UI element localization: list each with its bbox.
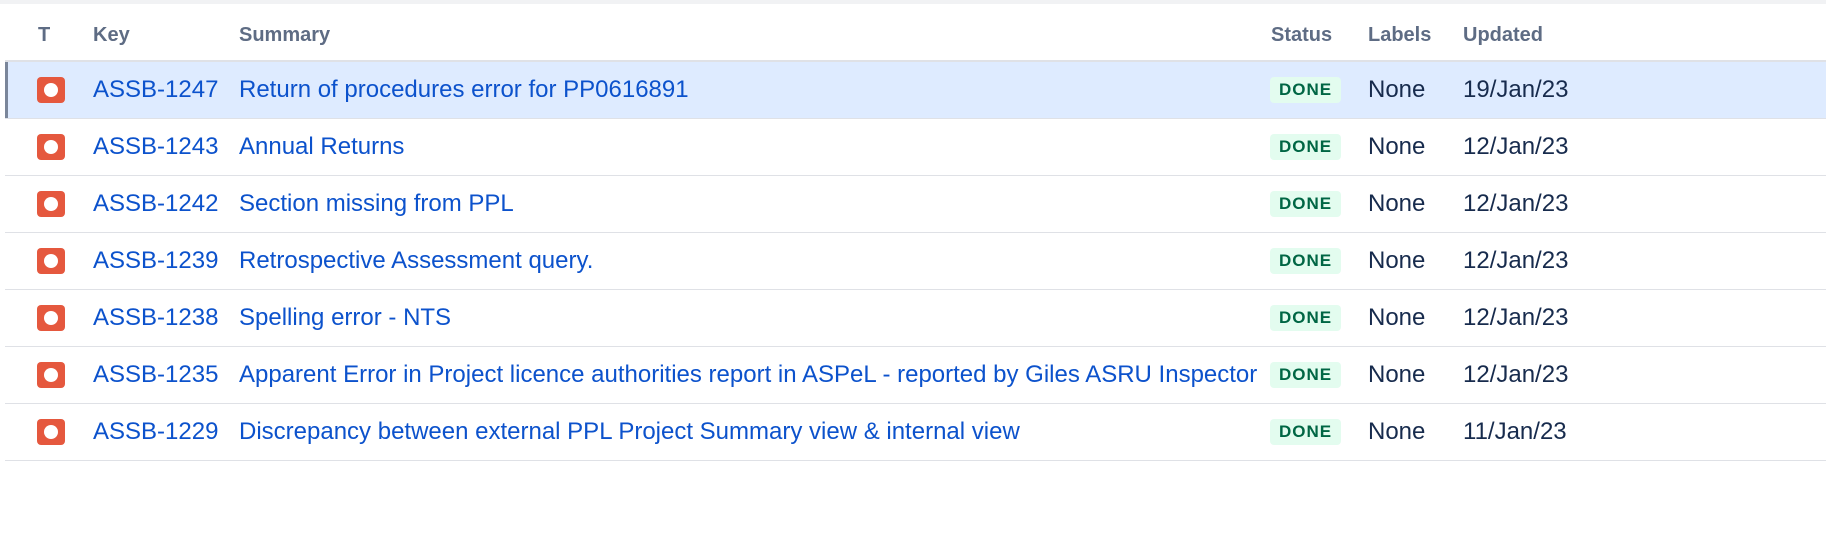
bug-icon[interactable] [37,248,65,274]
labels-value: None [1368,190,1426,217]
labels-value: None [1368,247,1426,274]
updated-date: 11/Jan/23 [1463,418,1567,445]
labels-value: None [1368,304,1426,331]
bug-icon[interactable] [37,419,65,445]
issue-key-link[interactable]: ASSB-1239 [93,233,218,289]
column-header-labels[interactable]: Labels [1368,24,1431,47]
status-badge: DONE [1270,248,1342,274]
table-row[interactable]: ASSB-1247 Return of procedures error for… [5,62,1826,119]
issue-summary-link[interactable]: Section missing from PPL [239,176,514,232]
labels-value: None [1368,76,1426,103]
issue-key-link[interactable]: ASSB-1243 [93,119,218,175]
issue-key-link[interactable]: ASSB-1235 [93,347,218,403]
issue-key-link[interactable]: ASSB-1229 [93,404,218,460]
table-row[interactable]: ASSB-1238 Spelling error - NTS DONE None… [5,290,1826,347]
table-row[interactable]: ASSB-1235 Apparent Error in Project lice… [5,347,1826,404]
status-badge: DONE [1270,362,1342,388]
issue-summary-link[interactable]: Return of procedures error for PP0616891 [239,62,689,118]
column-header-summary[interactable]: Summary [239,24,330,47]
issue-key-link[interactable]: ASSB-1247 [93,62,218,118]
bug-icon[interactable] [37,191,65,217]
issue-key-link[interactable]: ASSB-1238 [93,290,218,346]
status-badge: DONE [1270,305,1342,331]
status-badge: DONE [1270,77,1342,103]
issue-summary-link[interactable]: Discrepancy between external PPL Project… [239,404,1020,460]
updated-date: 19/Jan/23 [1463,76,1569,103]
status-badge: DONE [1270,134,1342,160]
issue-summary-link[interactable]: Annual Returns [239,119,404,175]
issue-key-link[interactable]: ASSB-1242 [93,176,218,232]
table-row[interactable]: ASSB-1243 Annual Returns DONE None 12/Ja… [5,119,1826,176]
updated-date: 12/Jan/23 [1463,247,1569,274]
labels-value: None [1368,418,1426,445]
issue-summary-link[interactable]: Apparent Error in Project licence author… [239,347,1257,403]
bug-icon[interactable] [37,305,65,331]
table-row[interactable]: ASSB-1239 Retrospective Assessment query… [5,233,1826,290]
bug-icon[interactable] [37,134,65,160]
column-header-key[interactable]: Key [93,24,130,47]
labels-value: None [1368,133,1426,160]
status-badge: DONE [1270,419,1342,445]
updated-date: 12/Jan/23 [1463,361,1569,388]
column-header-status[interactable]: Status [1271,24,1332,47]
issue-summary-link[interactable]: Spelling error - NTS [239,290,451,346]
issue-table: T Key Summary Status Labels Updated ASSB… [5,4,1826,461]
table-row[interactable]: ASSB-1229 Discrepancy between external P… [5,404,1826,461]
updated-date: 12/Jan/23 [1463,133,1569,160]
updated-date: 12/Jan/23 [1463,190,1569,217]
bug-icon[interactable] [37,77,65,103]
table-row[interactable]: ASSB-1242 Section missing from PPL DONE … [5,176,1826,233]
status-badge: DONE [1270,191,1342,217]
issue-summary-link[interactable]: Retrospective Assessment query. [239,233,593,289]
bug-icon[interactable] [37,362,65,388]
updated-date: 12/Jan/23 [1463,304,1569,331]
column-header-updated[interactable]: Updated [1463,24,1543,47]
column-header-type[interactable]: T [38,24,50,47]
table-header: T Key Summary Status Labels Updated [5,4,1826,62]
labels-value: None [1368,361,1426,388]
